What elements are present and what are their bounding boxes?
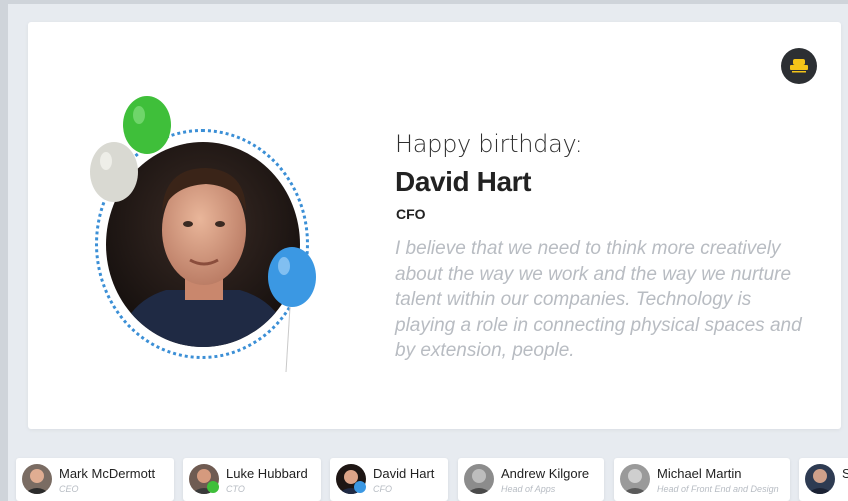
- person-name: Luke Hubbard: [226, 466, 308, 481]
- person-card-michael-martin[interactable]: Michael Martin Head of Front End and Des…: [614, 458, 790, 501]
- person-card-mark-mcdermott[interactable]: Mark McDermott CEO: [16, 458, 174, 501]
- person-name: Andrew Kilgore: [501, 466, 590, 481]
- window-frame-top: [0, 0, 848, 4]
- birthday-name: David Hart: [395, 166, 532, 197]
- person-title: CFO: [373, 484, 392, 494]
- people-strip: Mark McDermott CEO Luke Hubbard CTO Davi…: [0, 458, 848, 501]
- person-card-partial[interactable]: S: [799, 458, 848, 501]
- blue-balloon: [266, 246, 318, 379]
- person-card-david-hart[interactable]: David Hart CFO: [330, 458, 448, 501]
- person-name: Mark McDermott: [59, 466, 156, 481]
- avatar: [22, 464, 52, 494]
- avatar: [464, 464, 494, 494]
- balloon-badge-icon: [207, 481, 219, 493]
- avatar: [620, 464, 650, 494]
- person-card-andrew-kilgore[interactable]: Andrew Kilgore Head of Apps: [458, 458, 604, 501]
- person-name: S: [842, 466, 848, 481]
- window-frame-left: [0, 0, 8, 501]
- birthday-greeting: Happy birthday:: [395, 130, 583, 158]
- person-title: Head of Apps: [501, 484, 556, 494]
- person-title: Head of Front End and Design: [657, 484, 779, 494]
- person-name: Michael Martin: [657, 466, 742, 481]
- person-title: CEO: [59, 484, 79, 494]
- person-title: CTO: [226, 484, 245, 494]
- person-card-luke-hubbard[interactable]: Luke Hubbard CTO: [183, 458, 321, 501]
- white-balloon: [88, 141, 140, 212]
- birthday-quote: I believe that we need to think more cre…: [395, 238, 802, 361]
- balloon-badge-icon: [354, 481, 366, 493]
- company-logo-icon: [781, 48, 817, 84]
- person-name: David Hart: [373, 466, 435, 481]
- avatar: [805, 464, 835, 494]
- birthday-role: CFO: [396, 206, 426, 222]
